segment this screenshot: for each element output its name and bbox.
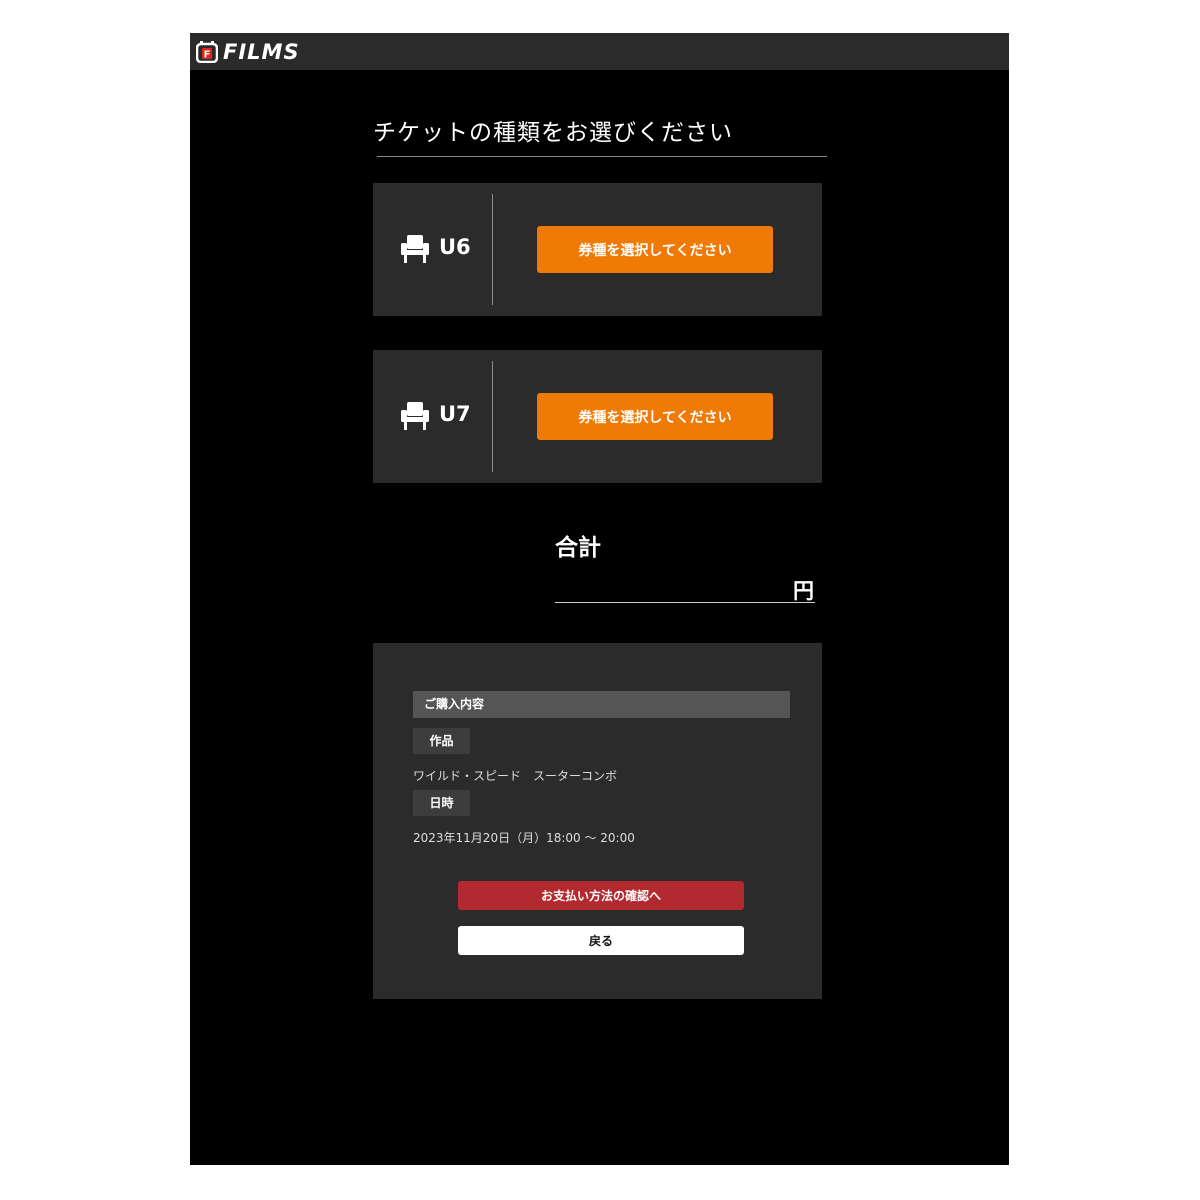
seat-icon bbox=[401, 402, 429, 430]
films-logo[interactable]: F FILMS bbox=[196, 39, 300, 65]
logo-mark-letter: F bbox=[204, 50, 211, 61]
back-button[interactable]: 戻る bbox=[458, 926, 744, 955]
top-bar: F FILMS bbox=[190, 33, 1009, 70]
page-title: チケットの種類をお選びください bbox=[373, 120, 733, 146]
films-logo-icon: F bbox=[196, 41, 218, 63]
total-unit: 円 bbox=[793, 579, 814, 603]
purchase-summary: ご購入内容 作品 ワイルド・スピード スーターコンボ 日時 2023年11月20… bbox=[373, 643, 822, 999]
select-ticket-type-button[interactable]: 券種を選択してください bbox=[537, 226, 773, 273]
card-divider bbox=[492, 194, 493, 305]
seat-icon bbox=[401, 235, 429, 263]
work-label: 作品 bbox=[413, 728, 470, 754]
select-ticket-type-button[interactable]: 券種を選択してください bbox=[537, 393, 773, 440]
summary-header: ご購入内容 bbox=[413, 691, 790, 718]
datetime-label: 日時 bbox=[413, 790, 470, 816]
total-field: 円 bbox=[555, 573, 815, 603]
app-frame: F FILMS チケットの種類をお選びください U6 券種を選択してください U… bbox=[190, 33, 1009, 1165]
card-divider bbox=[492, 361, 493, 472]
seat-label: U7 bbox=[439, 402, 471, 426]
work-title: ワイルド・スピード スーターコンボ bbox=[413, 769, 618, 783]
seat-card-u6: U6 券種を選択してください bbox=[373, 183, 822, 316]
logo-text: FILMS bbox=[223, 40, 300, 64]
seat-label: U6 bbox=[439, 235, 471, 259]
payment-method-button[interactable]: お支払い方法の確認へ bbox=[458, 881, 744, 910]
datetime-value: 2023年11月20日（月）18:00 〜 20:00 bbox=[413, 831, 635, 845]
seat-card-u7: U7 券種を選択してください bbox=[373, 350, 822, 483]
total-label: 合計 bbox=[555, 535, 601, 561]
title-divider bbox=[377, 156, 827, 157]
